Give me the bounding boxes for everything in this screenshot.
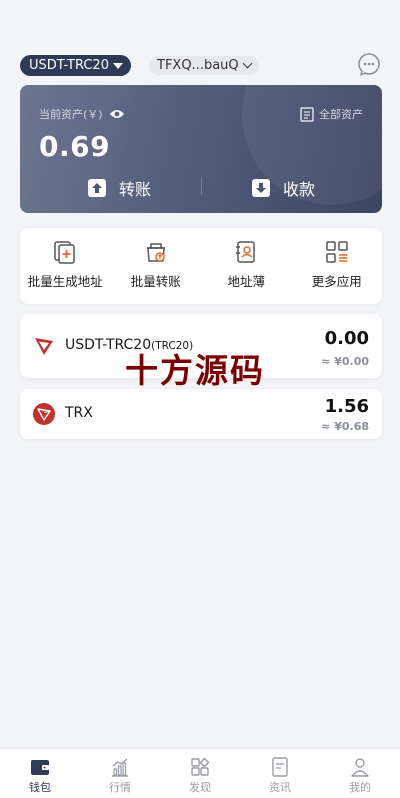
balance-label-text: 当前资产(￥): [39, 108, 103, 121]
asset-fiat-value: ≈ ¥0.68: [321, 420, 369, 433]
quick-action-label: 批量生成地址: [27, 274, 103, 289]
chain-selector-label: USDT-TRC20: [29, 58, 109, 73]
more-apps-icon: [326, 241, 348, 263]
balance-card: 当前资产(￥) 全部资产 0.69 转账 收款: [20, 85, 382, 213]
message-icon[interactable]: [356, 52, 382, 78]
chart-icon: [112, 758, 128, 777]
card-divider: [201, 177, 202, 195]
tab-me[interactable]: 我的: [320, 749, 400, 798]
asset-balance: 0.00: [324, 328, 369, 349]
receive-button[interactable]: 收款: [252, 176, 315, 200]
chevron-down-icon: [242, 58, 253, 69]
send-label: 转账: [119, 180, 152, 199]
all-assets-label: 全部资产: [319, 108, 363, 121]
quick-action-label: 地址薄: [227, 274, 265, 289]
asset-fiat-value: ≈ ¥0.00: [321, 355, 369, 368]
address-selector[interactable]: TFXQ...bauQ: [149, 56, 259, 75]
address-label: TFXQ...bauQ: [157, 58, 239, 73]
all-assets-link[interactable]: 全部资产: [300, 106, 363, 122]
asset-name: TRX: [65, 405, 93, 421]
discover-icon: [191, 757, 210, 776]
quick-action-label: 更多应用: [311, 274, 362, 289]
balance-amount: 0.69: [39, 130, 111, 163]
eye-icon[interactable]: [109, 108, 125, 120]
news-icon: [272, 757, 288, 777]
wallet-icon: [31, 760, 49, 775]
upload-arrow-icon: [88, 179, 106, 197]
document-icon: [300, 106, 314, 122]
quick-action-label: 批量转账: [130, 274, 181, 289]
receive-label: 收款: [283, 180, 316, 199]
tab-label: 资讯: [269, 781, 291, 794]
quick-action-more-apps[interactable]: 更多应用: [292, 228, 383, 304]
trx-icon: [33, 403, 55, 425]
balance-label: 当前资产(￥): [39, 106, 125, 122]
tab-market[interactable]: 行情: [80, 749, 160, 798]
bottom-tab-bar: 钱包 行情 发现 资讯 我的: [0, 748, 400, 798]
quick-action-batch-transfer[interactable]: 批量转账: [111, 228, 202, 304]
send-button[interactable]: 转账: [88, 176, 151, 200]
quick-action-batch-generate[interactable]: 批量生成地址: [20, 228, 111, 304]
tab-news[interactable]: 资讯: [240, 749, 320, 798]
top-bar: USDT-TRC20 TFXQ...bauQ: [20, 52, 382, 78]
download-arrow-icon: [252, 179, 270, 197]
tab-label: 我的: [349, 781, 371, 794]
chain-selector[interactable]: USDT-TRC20: [20, 55, 131, 76]
tab-label: 行情: [109, 781, 131, 794]
tab-label: 钱包: [29, 781, 51, 794]
batch-address-icon: [54, 241, 75, 264]
asset-balance: 1.56: [324, 396, 369, 417]
watermark-text: 十方源码: [125, 351, 265, 390]
asset-row-trx[interactable]: TRX 1.56 ≈ ¥0.68: [20, 389, 382, 439]
batch-transfer-icon: [146, 243, 165, 262]
quick-actions: 批量生成地址 批量转账 地址薄 更多应用: [20, 228, 382, 304]
tab-discover[interactable]: 发现: [160, 749, 240, 798]
address-book-icon: [236, 241, 255, 263]
quick-action-address-book[interactable]: 地址薄: [201, 228, 292, 304]
person-icon: [351, 758, 369, 777]
tron-icon: [35, 338, 53, 355]
tab-wallet[interactable]: 钱包: [0, 749, 80, 798]
tab-label: 发现: [189, 781, 211, 794]
caret-down-icon: [112, 62, 123, 69]
